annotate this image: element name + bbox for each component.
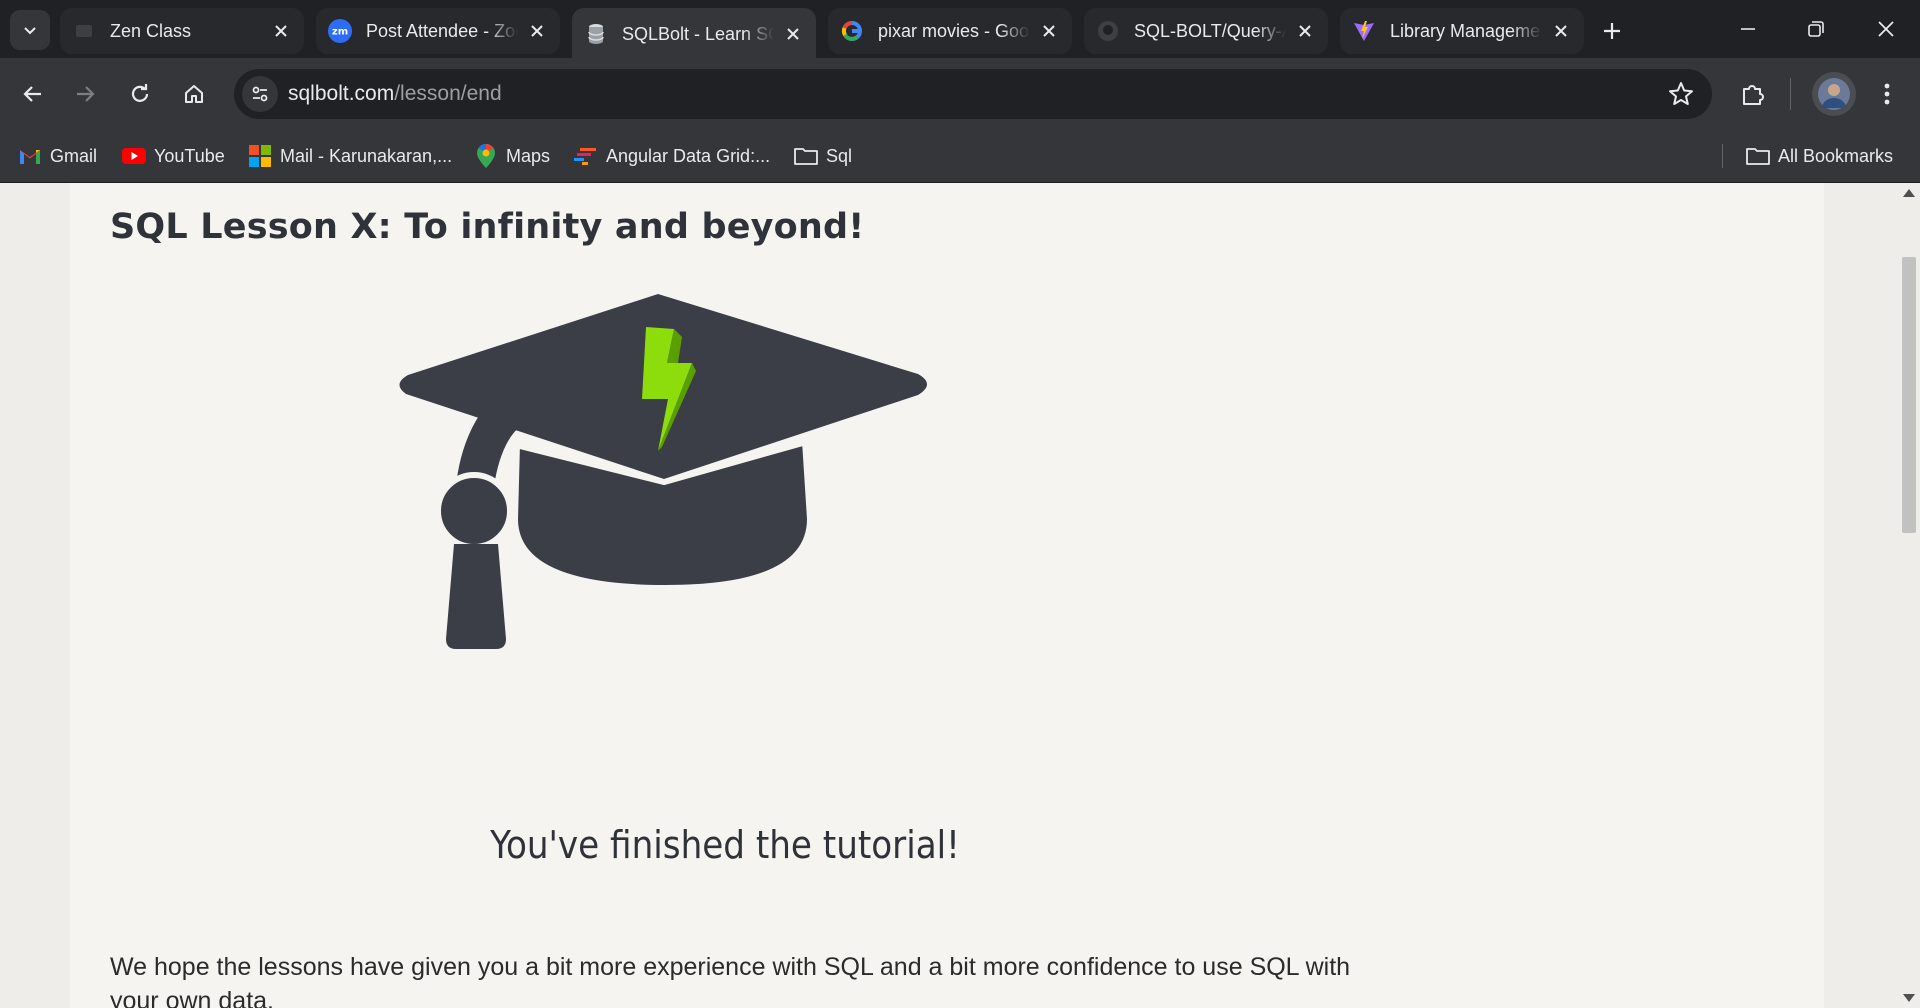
arrow-right-icon [77,86,95,102]
scroll-down-arrow-icon[interactable] [1903,994,1915,1002]
google-icon [840,19,864,43]
restore-icon [1808,21,1824,37]
bookmark-youtube[interactable]: YouTube [122,142,225,170]
close-icon [1878,21,1894,37]
page-viewport: SQL Lesson X: To infinity and beyond! Yo… [0,183,1898,1008]
bookmark-label: Sql [826,145,853,166]
forward-button[interactable] [66,75,104,113]
tab-title: SQLBolt - Learn SQL [622,23,774,44]
page-scrollbar[interactable] [1898,183,1920,1008]
bookmark-angular-grid[interactable]: Angular Data Grid:... [574,142,770,170]
chevron-down-icon [24,27,36,35]
scroll-up-arrow-icon[interactable] [1903,189,1915,197]
close-icon[interactable] [1294,20,1316,42]
address-bar[interactable]: sqlbolt.com/lesson/end [234,69,1712,119]
minimize-icon [1741,28,1755,30]
tab-github[interactable]: SQL-BOLT/Query-All [1084,8,1328,54]
new-tab-button[interactable] [1594,13,1630,49]
bookmark-label: Angular Data Grid:... [606,145,771,166]
close-icon[interactable] [1550,20,1572,42]
tab-library-management[interactable]: Library Management [1340,8,1584,54]
menu-button[interactable] [1868,75,1906,113]
svg-text:zm: zm [332,27,348,38]
all-bookmarks-label: All Bookmarks [1778,145,1894,166]
tab-zoom[interactable]: zm Post Attendee - Zoom [316,8,560,54]
bookmark-label: Maps [506,145,551,166]
reload-icon [131,84,149,102]
bookmark-folder-sql[interactable]: Sql [794,142,852,170]
browser-toolbar: sqlbolt.com/lesson/end [0,58,1920,130]
ag-grid-icon [574,144,598,168]
bookmark-label: Mail - Karunakaran,... [280,145,453,166]
sqlbolt-database-icon [584,22,608,46]
bookmark-star-icon[interactable] [1668,81,1694,107]
bookmarks-bar: Gmail YouTube Mail - Karunakaran,... Map… [0,130,1920,183]
more-vertical-icon [1884,83,1890,105]
folder-icon [794,144,818,168]
home-button[interactable] [175,75,213,113]
tab-title: Library Management [1390,20,1542,41]
bookmark-gmail[interactable]: Gmail [18,142,97,170]
close-window-button[interactable] [1858,0,1914,58]
minimize-button[interactable] [1720,0,1776,58]
completion-message: You've finished the tutorial! [490,823,960,867]
graduation-cap-lightning-icon [399,294,927,649]
all-bookmarks-button[interactable]: All Bookmarks [1746,142,1893,170]
plus-icon [1604,23,1620,39]
extensions-button[interactable] [1734,75,1772,113]
lesson-content: SQL Lesson X: To infinity and beyond! Yo… [70,183,1824,1008]
bookmark-label: Gmail [50,145,98,166]
gmail-icon [18,144,42,168]
scrollbar-thumb[interactable] [1902,257,1916,533]
close-icon[interactable] [782,23,804,45]
tab-google-search[interactable]: pixar movies - Google Search [828,8,1072,54]
close-icon[interactable] [1038,20,1060,42]
close-icon[interactable] [526,20,548,42]
tune-icon [252,86,268,102]
back-button[interactable] [14,75,52,113]
folder-icon [1746,144,1770,168]
bookmark-maps[interactable]: Maps [474,142,550,170]
close-icon[interactable] [270,20,292,42]
zen-class-icon [72,19,96,43]
tab-title: pixar movies - Google Search [878,20,1030,41]
zoom-icon: zm [328,19,352,43]
youtube-icon [122,144,146,168]
vite-icon [1352,19,1376,43]
bookmark-label: YouTube [154,145,225,166]
closing-paragraph: We hope the lessons have given you a bit… [110,953,1351,1008]
tab-title: Zen Class [110,20,192,41]
site-info-button[interactable] [242,76,278,112]
tab-zen-class[interactable]: Zen Class [60,8,304,54]
arrow-left-icon [23,86,41,102]
tab-title: SQL-BOLT/Query-All [1134,20,1286,41]
url-text: sqlbolt.com/lesson/end [288,82,502,106]
bookmark-mail[interactable]: Mail - Karunakaran,... [248,142,452,170]
toolbar-divider [1790,78,1791,110]
maps-pin-icon [474,144,498,168]
url-domain: sqlbolt.com [288,82,395,105]
restore-button[interactable] [1788,0,1844,58]
tab-strip: Zen Class zm Post Attendee - Zoom SQLBol… [0,0,1920,60]
tab-title: Post Attendee - Zoom [366,20,518,41]
home-icon [185,85,203,103]
bookmarks-divider [1722,144,1723,168]
microsoft-icon [248,144,272,168]
profile-avatar[interactable] [1812,72,1856,116]
puzzle-icon [1743,85,1764,105]
page-title: SQL Lesson X: To infinity and beyond! [110,207,865,247]
url-path: /lesson/end [394,82,502,105]
tab-sqlbolt[interactable]: SQLBolt - Learn SQL [572,8,816,60]
avatar-icon [1818,78,1850,110]
reload-button[interactable] [121,75,159,113]
tab-search-button[interactable] [10,10,50,50]
github-icon [1096,19,1120,43]
